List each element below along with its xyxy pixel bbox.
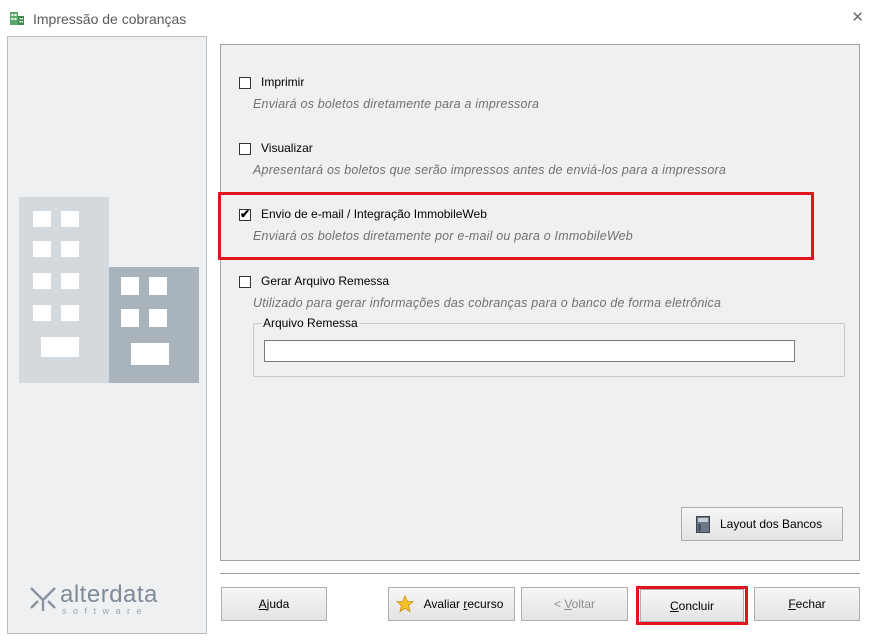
voltar-pre: < (553, 597, 565, 611)
footer-separator (220, 573, 860, 575)
imprimir-description: Enviará os boletos diretamente para a im… (253, 97, 540, 111)
layout-bancos-button[interactable]: Layout dos Bancos (681, 507, 843, 541)
fechar-post: echar (795, 597, 826, 611)
options-panel: Imprimir Enviará os boletos diretamente … (220, 44, 860, 561)
voltar-post: oltar (571, 597, 596, 611)
concluir-highlight (636, 586, 748, 625)
fechar-key: F (788, 597, 796, 611)
buildings-illustration (19, 197, 199, 383)
avaliar-recurso-button[interactable]: Avaliar recurso (388, 587, 515, 621)
voltar-key: V (564, 597, 572, 611)
ajuda-button[interactable]: Ajuda (221, 587, 327, 621)
logo-word: alterdata (60, 581, 158, 608)
close-icon[interactable]: ✕ (851, 10, 864, 26)
gerar-remessa-description: Utilizado para gerar informações das cob… (253, 296, 722, 310)
alterdata-logo-icon (30, 587, 56, 611)
building-icon (10, 12, 24, 25)
avaliar-post: ecurso (467, 597, 504, 611)
arquivo-remessa-input[interactable] (264, 340, 795, 362)
layout-bancos-label: Layout dos Bancos (720, 517, 823, 531)
visualizar-label[interactable]: Visualizar (261, 141, 313, 155)
voltar-button[interactable]: < Voltar (521, 587, 628, 621)
alterdata-logo: alterdata software (28, 581, 198, 617)
gerar-remessa-label[interactable]: Gerar Arquivo Remessa (261, 274, 389, 288)
book-icon (696, 516, 710, 533)
logo-sub: software (62, 606, 149, 616)
avaliar-pre: Avaliar (423, 597, 464, 611)
email-option-highlight (218, 192, 814, 260)
gerar-remessa-checkbox[interactable] (239, 276, 251, 288)
fechar-button[interactable]: Fechar (754, 587, 860, 621)
star-icon (396, 595, 414, 613)
visualizar-description: Apresentará os boletos que serão impress… (253, 163, 726, 177)
window-title: Impressão de cobranças (33, 11, 187, 27)
arquivo-remessa-title: Arquivo Remessa (262, 316, 359, 330)
side-panel: alterdata software (7, 36, 207, 634)
title-bar: Impressão de cobranças ✕ (0, 0, 878, 36)
ajuda-post: juda (266, 597, 290, 611)
ajuda-key: A (258, 597, 267, 611)
visualizar-checkbox[interactable] (239, 143, 251, 155)
arquivo-remessa-group: Arquivo Remessa (253, 316, 845, 377)
imprimir-label[interactable]: Imprimir (261, 75, 304, 89)
imprimir-checkbox[interactable] (239, 77, 251, 89)
